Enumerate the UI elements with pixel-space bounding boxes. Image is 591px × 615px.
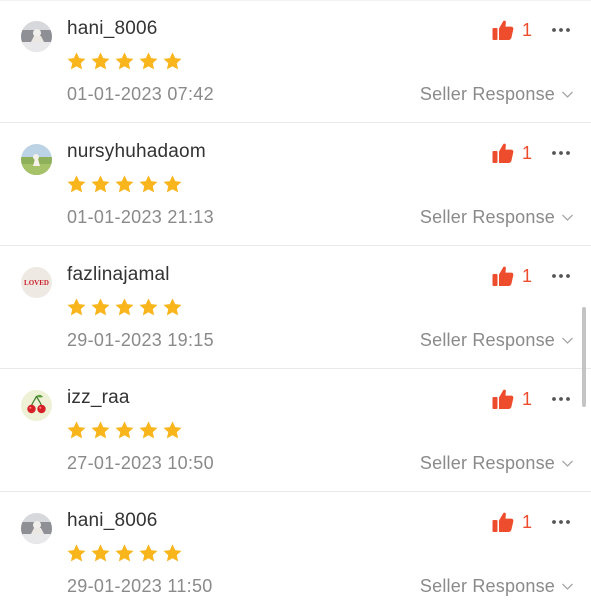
more-dots-icon [552,151,570,155]
chevron-down-icon [562,337,573,344]
thumbs-up-icon [492,389,514,409]
like-count: 1 [522,389,533,409]
star-icon [139,175,158,193]
chevron-down-icon [562,583,573,590]
user-avatar[interactable] [21,144,52,175]
review-username[interactable]: fazlinajamal [67,264,170,286]
star-icon [67,421,86,439]
star-icon [115,544,134,562]
star-icon [67,298,86,316]
more-options-button[interactable] [548,264,574,288]
star-icon [163,544,182,562]
more-dots-icon [552,520,570,524]
review-date: 01-01-2023 07:42 [67,84,214,104]
more-dots-icon [552,274,570,278]
seller-response-label: Seller Response [419,207,555,227]
star-icon [163,175,182,193]
seller-response-toggle[interactable]: Seller Response [420,576,574,597]
seller-response-label: Seller Response [419,576,555,596]
loved-avatar-image: LOVED [21,267,52,298]
cherry-avatar-image [21,390,52,421]
star-icon [139,421,158,439]
thumbs-up-icon [492,512,514,532]
star-icon [91,298,110,316]
star-rating [66,51,183,73]
star-icon [67,175,86,193]
review-item: izz_raa 27-01-2023 10:50 1 Seller Respon… [0,369,591,492]
chevron-down-icon [562,91,573,98]
review-username[interactable]: hani_8006 [67,18,158,40]
user-avatar[interactable] [21,390,52,421]
avatar-logo-text: LOVED [24,279,49,287]
review-username[interactable]: hani_8006 [67,510,158,532]
star-rating [66,297,183,319]
like-count: 1 [522,143,533,163]
like-button[interactable]: 1 [491,510,532,534]
seller-response-label: Seller Response [419,330,555,350]
more-options-button[interactable] [548,510,574,534]
star-icon [163,298,182,316]
photo-avatar-image [21,513,52,544]
star-icon [91,52,110,70]
star-icon [139,52,158,70]
star-icon [115,298,134,316]
vertical-scrollbar[interactable] [582,307,586,407]
star-icon [115,52,134,70]
review-date: 01-01-2023 21:13 [67,207,214,227]
star-icon [91,421,110,439]
star-icon [115,175,134,193]
like-count: 1 [522,512,533,532]
seller-response-label: Seller Response [419,84,555,104]
star-icon [67,544,86,562]
review-date: 29-01-2023 19:15 [67,330,214,350]
user-avatar[interactable]: LOVED [21,267,52,298]
thumbs-up-icon [492,143,514,163]
more-options-button[interactable] [548,387,574,411]
more-dots-icon [552,397,570,401]
user-avatar[interactable] [21,513,52,544]
chevron-down-icon [562,460,573,467]
like-count: 1 [522,20,533,40]
star-icon [139,544,158,562]
like-button[interactable]: 1 [491,264,532,288]
landscape-avatar-image [21,144,52,175]
star-icon [91,175,110,193]
star-icon [163,421,182,439]
star-rating [66,543,183,565]
seller-response-toggle[interactable]: Seller Response [420,207,574,228]
star-icon [91,544,110,562]
review-list: hani_8006 01-01-2023 07:42 1 Seller Resp… [0,0,591,609]
more-options-button[interactable] [548,141,574,165]
star-rating [66,174,183,196]
star-rating [66,420,183,442]
more-dots-icon [552,28,570,32]
photo-avatar-image [21,21,52,52]
star-icon [67,52,86,70]
seller-response-toggle[interactable]: Seller Response [420,453,574,474]
thumbs-up-icon [492,266,514,286]
star-icon [163,52,182,70]
seller-response-toggle[interactable]: Seller Response [420,330,574,351]
review-item: hani_8006 01-01-2023 07:42 1 Seller Resp… [0,0,591,123]
like-button[interactable]: 1 [491,18,532,42]
review-item: nursyhuhadaom 01-01-2023 21:13 1 Seller … [0,123,591,246]
review-username[interactable]: nursyhuhadaom [67,141,206,163]
thumbs-up-icon [492,20,514,40]
review-item: LOVED fazlinajamal 29-01-2023 19:15 1 Se… [0,246,591,369]
user-avatar[interactable] [21,21,52,52]
review-date: 29-01-2023 11:50 [67,576,213,596]
like-button[interactable]: 1 [491,387,532,411]
review-username[interactable]: izz_raa [67,387,130,409]
review-item: hani_8006 29-01-2023 11:50 1 Seller Resp… [0,492,591,615]
star-icon [115,421,134,439]
like-button[interactable]: 1 [491,141,532,165]
seller-response-label: Seller Response [419,453,555,473]
more-options-button[interactable] [548,18,574,42]
like-count: 1 [522,266,533,286]
review-date: 27-01-2023 10:50 [67,453,214,473]
star-icon [139,298,158,316]
seller-response-toggle[interactable]: Seller Response [420,84,574,105]
chevron-down-icon [562,214,573,221]
